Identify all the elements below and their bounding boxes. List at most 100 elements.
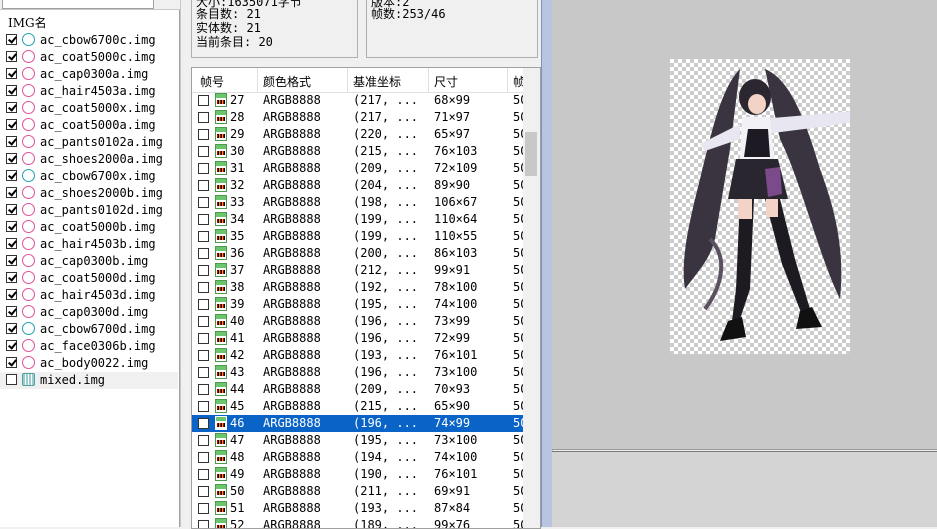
frame-checkbox[interactable]	[198, 486, 209, 497]
img-checkbox[interactable]	[6, 34, 17, 45]
frame-row[interactable]: 37 ARGB8888 (212, ... 99×91 50	[192, 262, 527, 279]
img-checkbox[interactable]	[6, 221, 17, 232]
img-list-item[interactable]: ac_coat5000d.img	[0, 270, 178, 287]
frame-row[interactable]: 27 ARGB8888 (217, ... 68×99 50	[192, 92, 527, 109]
img-checkbox[interactable]	[6, 289, 17, 300]
frame-row[interactable]: 38 ARGB8888 (192, ... 78×100 50	[192, 279, 527, 296]
left-tab[interactable]	[2, 0, 154, 9]
frame-row[interactable]: 40 ARGB8888 (196, ... 73×99 50	[192, 313, 527, 330]
frame-checkbox[interactable]	[198, 265, 209, 276]
frame-row[interactable]: 52 ARGB8888 (189, ... 99×76 50	[192, 517, 527, 528]
frame-checkbox[interactable]	[198, 520, 209, 528]
frame-row[interactable]: 31 ARGB8888 (209, ... 72×109 50	[192, 160, 527, 177]
frame-row[interactable]: 39 ARGB8888 (195, ... 74×100 50	[192, 296, 527, 313]
col-color-format[interactable]: 颜色格式	[263, 73, 311, 90]
frame-row[interactable]: 51 ARGB8888 (193, ... 87×84 50	[192, 500, 527, 517]
img-list-item[interactable]: ac_cap0300d.img	[0, 304, 178, 321]
frame-checkbox[interactable]	[198, 248, 209, 259]
img-checkbox[interactable]	[6, 187, 17, 198]
img-list-item[interactable]: ac_coat5000b.img	[0, 219, 178, 236]
frame-checkbox[interactable]	[198, 316, 209, 327]
frame-checkbox[interactable]	[198, 231, 209, 242]
img-list-item[interactable]: ac_cbow6700x.img	[0, 168, 178, 185]
col-base-coord[interactable]: 基准坐标	[353, 73, 401, 90]
frame-checkbox[interactable]	[198, 333, 209, 344]
frame-checkbox[interactable]	[198, 282, 209, 293]
frame-checkbox[interactable]	[198, 112, 209, 123]
img-checkbox[interactable]	[6, 374, 17, 385]
img-checkbox[interactable]	[6, 136, 17, 147]
frame-row[interactable]: 47 ARGB8888 (195, ... 73×100 50	[192, 432, 527, 449]
frame-row[interactable]: 30 ARGB8888 (215, ... 76×103 50	[192, 143, 527, 160]
img-list-item[interactable]: ac_coat5000c.img	[0, 49, 178, 66]
frame-checkbox[interactable]	[198, 146, 209, 157]
img-checkbox[interactable]	[6, 102, 17, 113]
frame-checkbox[interactable]	[198, 95, 209, 106]
frame-row[interactable]: 34 ARGB8888 (199, ... 110×64 50	[192, 211, 527, 228]
frame-checkbox[interactable]	[198, 435, 209, 446]
img-checkbox[interactable]	[6, 340, 17, 351]
col-sep[interactable]	[257, 68, 258, 92]
img-list-item[interactable]: ac_cbow6700d.img	[0, 321, 178, 338]
frame-checkbox[interactable]	[198, 180, 209, 191]
img-list-item[interactable]: mixed.img	[0, 372, 178, 389]
frame-checkbox[interactable]	[198, 503, 209, 514]
img-checkbox[interactable]	[6, 255, 17, 266]
frame-checkbox[interactable]	[198, 129, 209, 140]
img-checkbox[interactable]	[6, 119, 17, 130]
img-list-item[interactable]: ac_face0306b.img	[0, 338, 178, 355]
frame-row[interactable]: 32 ARGB8888 (204, ... 89×90 50	[192, 177, 527, 194]
img-checkbox[interactable]	[6, 51, 17, 62]
img-list-item[interactable]: ac_pants0102a.img	[0, 134, 178, 151]
img-list-item[interactable]: ac_cbow6700c.img	[0, 32, 178, 49]
frame-row[interactable]: 33 ARGB8888 (198, ... 106×67 50	[192, 194, 527, 211]
frame-row[interactable]: 44 ARGB8888 (209, ... 70×93 50	[192, 381, 527, 398]
frame-checkbox[interactable]	[198, 401, 209, 412]
frame-checkbox[interactable]	[198, 299, 209, 310]
img-checkbox[interactable]	[6, 272, 17, 283]
frame-checkbox[interactable]	[198, 163, 209, 174]
scrollbar-thumb[interactable]	[525, 132, 537, 176]
frame-row[interactable]: 28 ARGB8888 (217, ... 71×97 50	[192, 109, 527, 126]
frame-checkbox[interactable]	[198, 469, 209, 480]
frame-checkbox[interactable]	[198, 384, 209, 395]
img-list-item[interactable]: ac_hair4503d.img	[0, 287, 178, 304]
frame-checkbox[interactable]	[198, 452, 209, 463]
frame-checkbox[interactable]	[198, 197, 209, 208]
col-size[interactable]: 尺寸	[434, 73, 458, 90]
img-checkbox[interactable]	[6, 68, 17, 79]
img-checkbox[interactable]	[6, 85, 17, 96]
img-list-item[interactable]: ac_cap0300a.img	[0, 66, 178, 83]
col-sep[interactable]	[428, 68, 429, 92]
frame-row[interactable]: 48 ARGB8888 (194, ... 74×100 50	[192, 449, 527, 466]
img-list-item[interactable]: ac_shoes2000b.img	[0, 185, 178, 202]
col-sep[interactable]	[347, 68, 348, 92]
frame-row[interactable]: 35 ARGB8888 (199, ... 110×55 50	[192, 228, 527, 245]
img-list-item[interactable]: ac_cap0300b.img	[0, 253, 178, 270]
img-checkbox[interactable]	[6, 323, 17, 334]
frame-table-scrollbar[interactable]	[523, 68, 540, 528]
img-checkbox[interactable]	[6, 357, 17, 368]
img-checkbox[interactable]	[6, 238, 17, 249]
frame-checkbox[interactable]	[198, 214, 209, 225]
img-checkbox[interactable]	[6, 204, 17, 215]
frame-checkbox[interactable]	[198, 367, 209, 378]
img-checkbox[interactable]	[6, 170, 17, 181]
img-list-item[interactable]: ac_shoes2000a.img	[0, 151, 178, 168]
img-checkbox[interactable]	[6, 306, 17, 317]
frame-row[interactable]: 43 ARGB8888 (196, ... 73×100 50	[192, 364, 527, 381]
img-list-item[interactable]: ac_hair4503a.img	[0, 83, 178, 100]
frame-row[interactable]: 46 ARGB8888 (196, ... 74×99 50	[192, 415, 527, 432]
img-list-item[interactable]: ac_pants0102d.img	[0, 202, 178, 219]
frame-row[interactable]: 50 ARGB8888 (211, ... 69×91 50	[192, 483, 527, 500]
img-checkbox[interactable]	[6, 153, 17, 164]
frame-row[interactable]: 41 ARGB8888 (196, ... 72×99 50	[192, 330, 527, 347]
frame-row[interactable]: 29 ARGB8888 (220, ... 65×97 50	[192, 126, 527, 143]
img-list-item[interactable]: ac_hair4503b.img	[0, 236, 178, 253]
frame-checkbox[interactable]	[198, 418, 209, 429]
frame-checkbox[interactable]	[198, 350, 209, 361]
frame-row[interactable]: 42 ARGB8888 (193, ... 76×101 50	[192, 347, 527, 364]
img-list-item[interactable]: ac_coat5000x.img	[0, 100, 178, 117]
frame-row[interactable]: 49 ARGB8888 (190, ... 76×101 50	[192, 466, 527, 483]
frame-row[interactable]: 36 ARGB8888 (200, ... 86×103 50	[192, 245, 527, 262]
